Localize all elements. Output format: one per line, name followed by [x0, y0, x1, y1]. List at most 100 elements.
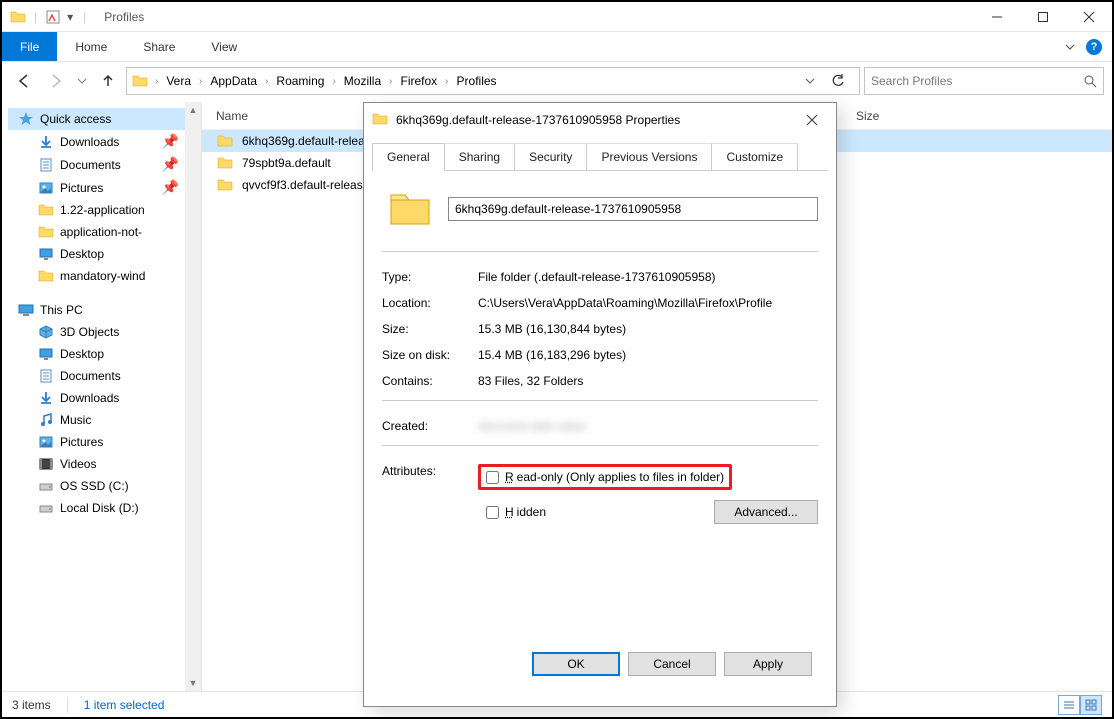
help-icon[interactable]: ?	[1086, 39, 1102, 55]
sidebar-item-label: OS SSD (C:)	[60, 479, 129, 493]
close-button[interactable]	[1066, 2, 1112, 32]
sidebar-item[interactable]: Documents	[8, 365, 201, 387]
folder-large-icon	[388, 187, 432, 231]
nav-up-button[interactable]	[94, 67, 122, 95]
ribbon: File Home Share View ?	[2, 32, 1112, 62]
file-name: qvvcf9f3.default-release	[242, 178, 369, 192]
tab-previous-versions[interactable]: Previous Versions	[586, 143, 712, 171]
tab-general[interactable]: General	[372, 143, 445, 171]
readonly-checkbox[interactable]	[486, 471, 499, 484]
sidebar-item[interactable]: Videos	[8, 453, 201, 475]
nav-back-button[interactable]	[10, 67, 38, 95]
pictures-icon	[38, 180, 54, 196]
desktop-icon	[38, 246, 54, 262]
explorer-window: | ▾ | Profiles File Home Share View ?	[0, 0, 1114, 719]
document-icon	[38, 368, 54, 384]
qat-properties-icon[interactable]	[45, 9, 61, 25]
folder-icon	[372, 111, 390, 129]
chevron-right-icon[interactable]: ›	[195, 76, 206, 87]
address-bar[interactable]: › Vera › AppData › Roaming › Mozilla › F…	[126, 67, 860, 95]
sidebar-this-pc[interactable]: This PC	[8, 299, 201, 321]
chevron-right-icon[interactable]: ›	[151, 76, 162, 87]
prop-size-label: Size:	[382, 322, 478, 336]
ribbon-file-tab[interactable]: File	[2, 32, 57, 61]
ribbon-tab-share[interactable]: Share	[125, 32, 193, 61]
chevron-right-icon[interactable]: ›	[261, 76, 272, 87]
breadcrumb[interactable]: Vera	[164, 74, 193, 88]
address-row: › Vera › AppData › Roaming › Mozilla › F…	[2, 62, 1112, 100]
refresh-icon[interactable]	[831, 74, 855, 88]
hidden-checkbox[interactable]	[486, 506, 499, 519]
prop-size-value: 15.3 MB (16,130,844 bytes)	[478, 322, 818, 336]
breadcrumb[interactable]: AppData	[208, 74, 259, 88]
folder-icon	[38, 202, 54, 218]
scroll-down-icon[interactable]: ▼	[185, 675, 201, 691]
sidebar-quick-access[interactable]: Quick access	[8, 108, 201, 130]
sidebar-item[interactable]: OS SSD (C:)	[8, 475, 201, 497]
search-input[interactable]: Search Profiles	[864, 67, 1104, 95]
minimize-button[interactable]	[974, 2, 1020, 32]
breadcrumb[interactable]: Mozilla	[342, 74, 383, 88]
drive-icon	[38, 500, 54, 516]
download-icon	[38, 390, 54, 406]
sidebar-item[interactable]: Music	[8, 409, 201, 431]
video-icon	[38, 456, 54, 472]
titlebar: | ▾ | Profiles	[2, 2, 1112, 32]
sidebar-item[interactable]: Pictures	[8, 431, 201, 453]
sidebar-item[interactable]: Desktop	[8, 343, 201, 365]
sidebar-item[interactable]: Local Disk (D:)	[8, 497, 201, 519]
tab-sharing[interactable]: Sharing	[444, 143, 515, 171]
view-details-button[interactable]	[1058, 695, 1080, 715]
advanced-button[interactable]: Advanced...	[714, 500, 818, 524]
chevron-right-icon[interactable]: ›	[385, 76, 396, 87]
sidebar-scrollbar[interactable]: ▲ ▼	[185, 102, 201, 691]
folder-icon	[216, 132, 234, 150]
chevron-right-icon[interactable]: ›	[328, 76, 339, 87]
apply-button[interactable]: Apply	[724, 652, 812, 676]
folder-icon	[131, 72, 149, 90]
ribbon-tab-view[interactable]: View	[193, 32, 255, 61]
chevron-right-icon[interactable]: ›	[441, 76, 452, 87]
ok-button[interactable]: OK	[532, 652, 620, 676]
sidebar-item[interactable]: 3D Objects	[8, 321, 201, 343]
sidebar-item-label: Pictures	[60, 435, 103, 449]
dialog-title: 6khq369g.default-release-1737610905958 P…	[396, 113, 796, 127]
qat-dropdown-icon[interactable]: ▾	[65, 10, 75, 24]
breadcrumb[interactable]: Firefox	[398, 74, 439, 88]
tab-security[interactable]: Security	[514, 143, 587, 171]
sidebar-item[interactable]: mandatory-wind	[8, 265, 201, 287]
dialog-titlebar[interactable]: 6khq369g.default-release-1737610905958 P…	[364, 103, 836, 137]
sidebar-item[interactable]: Downloads	[8, 387, 201, 409]
sidebar-item-label: Documents	[60, 158, 121, 172]
sidebar-item[interactable]: Documents📌	[8, 153, 201, 176]
prop-type-value: File folder (.default-release-1737610905…	[478, 270, 818, 284]
sidebar-item-label: Pictures	[60, 181, 103, 195]
readonly-checkbox-label[interactable]: Read-only (Only applies to files in fold…	[486, 470, 724, 484]
sidebar-item[interactable]: Downloads📌	[8, 130, 201, 153]
maximize-button[interactable]	[1020, 2, 1066, 32]
tab-customize[interactable]: Customize	[711, 143, 798, 171]
addr-dropdown-icon[interactable]	[805, 76, 829, 86]
sidebar-item[interactable]: Desktop	[8, 243, 201, 265]
breadcrumb[interactable]: Profiles	[455, 74, 499, 88]
sidebar-item[interactable]: application-not-	[8, 221, 201, 243]
ribbon-tab-home[interactable]: Home	[57, 32, 125, 61]
cancel-button[interactable]: Cancel	[628, 652, 716, 676]
col-size[interactable]: Size	[856, 109, 936, 123]
sidebar-item[interactable]: Pictures📌	[8, 176, 201, 199]
prop-contains-label: Contains:	[382, 374, 478, 388]
folder-name-input[interactable]	[448, 197, 818, 221]
dialog-close-button[interactable]	[796, 104, 828, 136]
view-large-icons-button[interactable]	[1080, 695, 1102, 715]
nav-pane: Quick access Downloads📌Documents📌Picture…	[2, 102, 202, 691]
sidebar-item-label: Desktop	[60, 247, 104, 261]
prop-location-label: Location:	[382, 296, 478, 310]
nav-forward-button[interactable]	[42, 67, 70, 95]
scroll-up-icon[interactable]: ▲	[185, 102, 201, 118]
hidden-checkbox-label[interactable]: Hidden	[478, 505, 546, 519]
folder-icon	[216, 176, 234, 194]
breadcrumb[interactable]: Roaming	[274, 74, 326, 88]
nav-recent-dropdown[interactable]	[74, 67, 90, 95]
sidebar-item[interactable]: 1.22-application	[8, 199, 201, 221]
expand-ribbon-icon[interactable]	[1054, 41, 1086, 53]
